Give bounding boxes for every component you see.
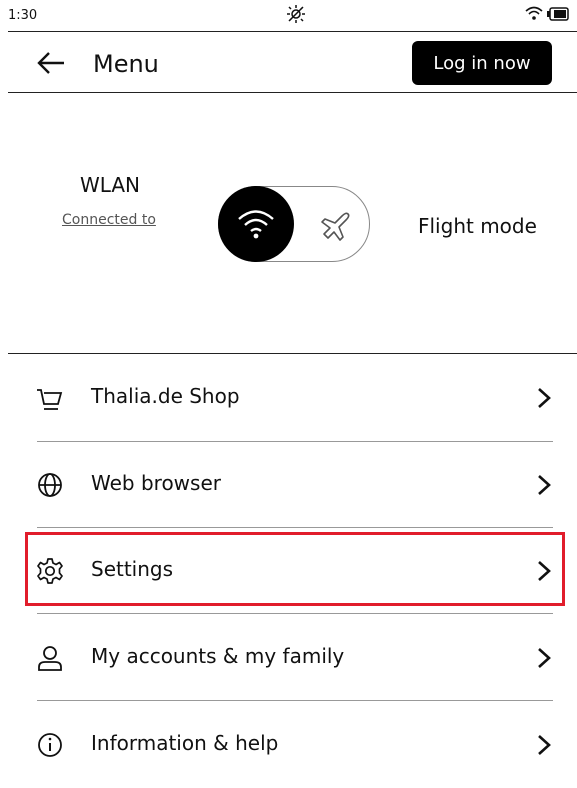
page-title: Menu (93, 50, 159, 78)
menu-divider (37, 613, 553, 614)
wlan-label: WLAN (80, 173, 141, 197)
menu-divider (37, 700, 553, 701)
airplane-icon (316, 206, 352, 246)
status-divider (8, 31, 577, 32)
log-in-button[interactable]: Log in now (412, 41, 552, 85)
section-divider (8, 353, 577, 354)
battery-icon (547, 6, 569, 25)
flight-mode-label: Flight mode (418, 214, 537, 238)
wifi-icon (236, 206, 276, 246)
user-icon (36, 644, 64, 672)
app-header: Menu Log in now (0, 36, 577, 92)
menu-item-label: Web browser (91, 471, 221, 495)
menu-item-web-browser[interactable]: Web browser (0, 442, 577, 528)
selection-highlight (25, 532, 565, 606)
menu-item-label: Thalia.de Shop (91, 384, 240, 408)
menu-item-shop[interactable]: Thalia.de Shop (0, 355, 577, 441)
header-divider (8, 92, 577, 93)
wifi-status-icon (525, 5, 543, 25)
chevron-right-icon (536, 473, 552, 497)
brightness-icon (286, 4, 306, 28)
menu-item-label: My accounts & my family (91, 644, 345, 668)
status-time: 1:30 (8, 8, 38, 23)
menu-item-accounts[interactable]: My accounts & my family (0, 615, 577, 701)
chevron-right-icon (536, 386, 552, 410)
status-bar: 1:30 (0, 0, 577, 31)
menu-item-label: Information & help (91, 731, 279, 755)
back-arrow-icon[interactable] (36, 50, 66, 76)
info-icon (36, 731, 64, 759)
chevron-right-icon (536, 733, 552, 757)
cart-icon (36, 384, 64, 412)
menu-item-information[interactable]: Information & help (0, 702, 577, 788)
globe-icon (36, 471, 64, 499)
chevron-right-icon (536, 646, 552, 670)
connected-to-link[interactable]: Connected to (62, 212, 156, 228)
